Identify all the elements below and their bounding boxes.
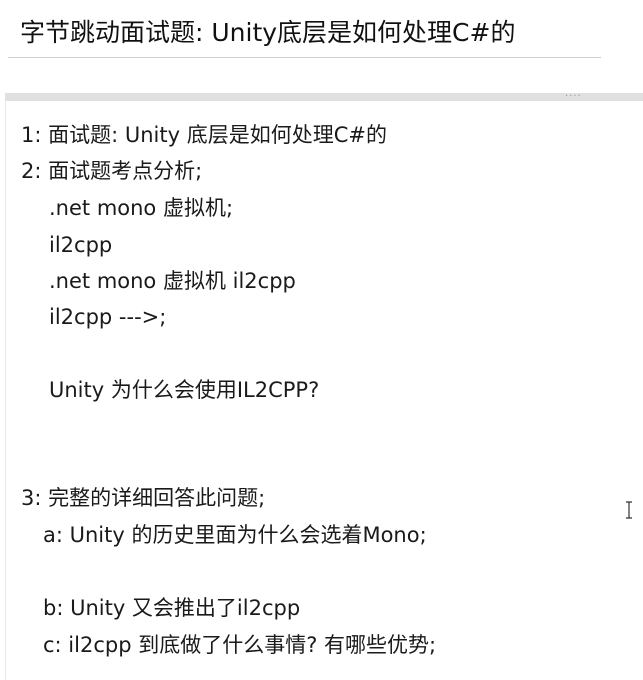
note-line-10: b: Unity 又会推出了il2cpp [43,596,301,620]
note-line-7: Unity 为什么会使用IL2CPP? [49,378,320,402]
note-line-11: c: il2cpp 到底做了什么事情? 有哪些优势; [43,633,437,657]
note-line-2: 2: 面试题考点分析; [21,159,203,183]
note-line-1: 1: 面试题: Unity 底层是如何处理C#的 [21,123,387,147]
note-line-6: il2cpp --->; [49,305,167,329]
page-title: 字节跳动面试题: Unity底层是如何处理C#的 [20,18,516,47]
note-line-4: il2cpp [49,233,113,257]
title-divider [8,57,601,58]
drag-handle-icon[interactable]: ···· [565,92,582,102]
note-panel[interactable]: ···· 1: 面试题: Unity 底层是如何处理C#的 2: 面试题考点分析… [5,92,643,680]
note-line-8: 3: 完整的详细回答此问题; [21,486,266,510]
text-cursor-icon [626,501,632,519]
note-line-5: .net mono 虚拟机 il2cpp [49,269,296,293]
note-line-3: .net mono 虚拟机; [49,196,234,220]
note-line-9: a: Unity 的历史里面为什么会选着Mono; [43,523,427,547]
